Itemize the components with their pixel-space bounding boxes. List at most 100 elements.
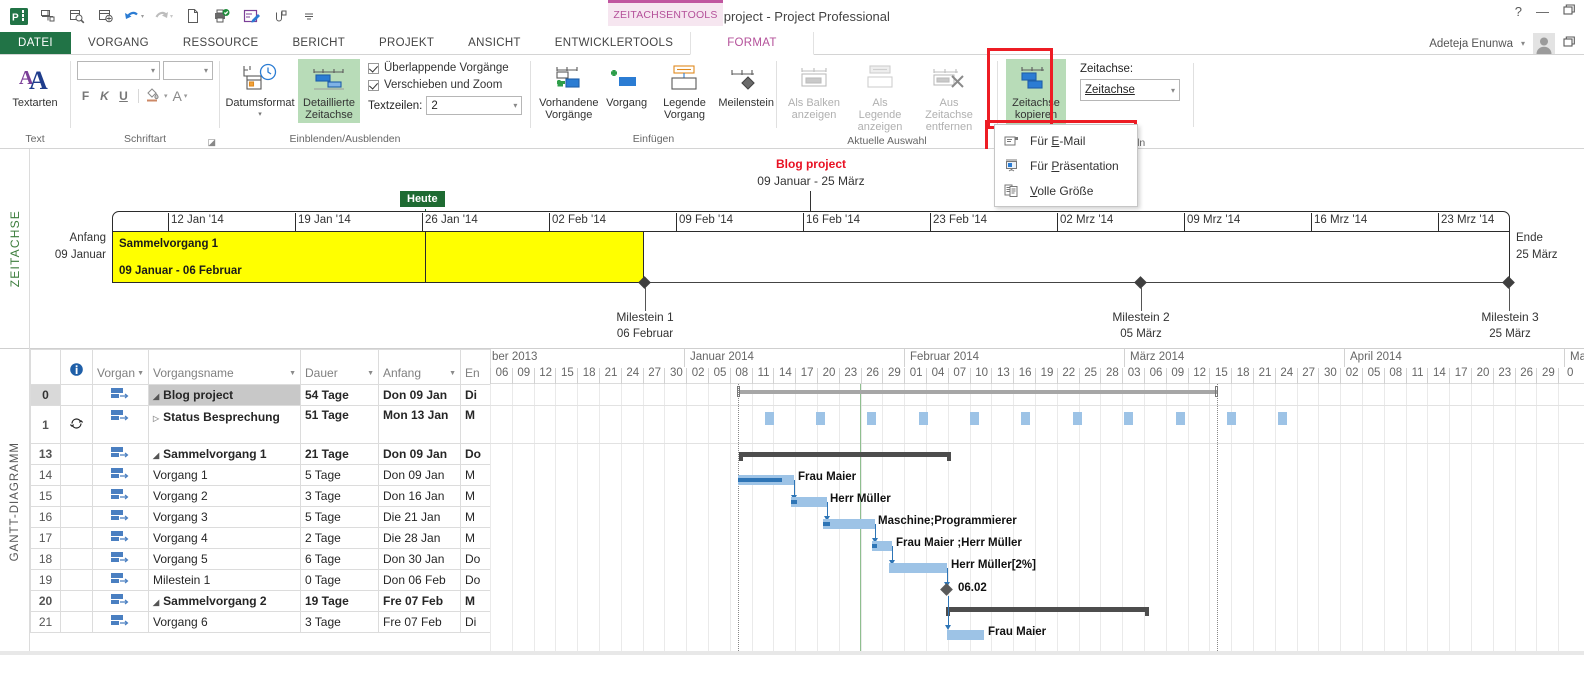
row-mode-icon[interactable]	[92, 464, 149, 486]
col-header-info[interactable]	[60, 349, 93, 385]
row-anfang[interactable]: Die 28 Jan	[378, 527, 461, 549]
row-name[interactable]: Vorgang 4	[148, 527, 301, 549]
redo-icon[interactable]	[151, 4, 177, 28]
row-name[interactable]: Milestein 1	[148, 569, 301, 591]
row-name[interactable]: Vorgang 1	[148, 464, 301, 486]
copy-timeline-dropdown-menu[interactable]: Für E-Mail Für Präsentation Volle Größe	[994, 124, 1138, 207]
row-name[interactable]: ◢ Blog project	[148, 384, 301, 406]
menu-item-fuer-praesentation[interactable]: Für Präsentation	[995, 153, 1137, 178]
tab-datei[interactable]: DATEI	[0, 32, 72, 54]
new-document-icon[interactable]	[180, 4, 206, 28]
row-id[interactable]: 20	[30, 590, 61, 612]
chevron-down-icon[interactable]: ▾	[184, 92, 188, 100]
row-ende[interactable]: Do	[460, 548, 491, 570]
table-row[interactable]: 21 Vorgang 6 3 Tage Fre 07 Feb Di	[30, 611, 491, 633]
zeitachse-select[interactable]: Zeitachse ▾	[1080, 79, 1180, 101]
restore-window-icon[interactable]	[1563, 36, 1576, 51]
tab-ressource[interactable]: RESSOURCE	[166, 32, 276, 54]
als-legende-anzeigen-button[interactable]: Als Legende anzeigen	[847, 59, 913, 135]
chevron-down-icon[interactable]: ▾	[204, 66, 208, 75]
window-controls[interactable]: ? —	[1515, 4, 1576, 19]
detaillierte-zeitachse-button[interactable]: Detaillierte Zeitachse	[298, 59, 360, 123]
row-anfang[interactable]: Don 09 Jan	[378, 384, 461, 406]
row-mode-icon[interactable]	[92, 384, 149, 406]
gantt-pane[interactable]: GANTT-DIAGRAMM Vorgan ▼ Vorgangsname ▼ Dau…	[0, 349, 1584, 655]
undo-icon[interactable]	[122, 4, 148, 28]
table-row[interactable]: 19 Milestein 1 0 Tage Don 06 Feb Do	[30, 569, 491, 591]
table-row[interactable]: 0 ◢ Blog project 54 Tage Don 09 Jan Di	[30, 384, 491, 406]
account-name[interactable]: Adeteja Enunwa	[1429, 38, 1513, 50]
restore-icon[interactable]	[1563, 4, 1576, 19]
row-dauer[interactable]: 5 Tage	[300, 464, 379, 486]
row-anfang[interactable]: Don 09 Jan	[378, 464, 461, 486]
help-icon[interactable]: ?	[1515, 4, 1522, 19]
row-ende[interactable]: M	[460, 527, 491, 549]
row-ende[interactable]: M	[460, 506, 491, 528]
row-name[interactable]: ◢ Sammelvorgang 1	[148, 443, 301, 465]
vorgang-button[interactable]: Vorgang	[601, 59, 653, 111]
table-row[interactable]: 13 ◢ Sammelvorgang 1 21 Tage Don 09 Jan D…	[30, 443, 491, 465]
chevron-down-icon[interactable]: ▾	[1171, 86, 1175, 95]
datumsformat-button[interactable]: Datumsformat ▾	[224, 59, 296, 123]
row-dauer[interactable]: 54 Tage	[300, 384, 379, 406]
menu-item-volle-groesse[interactable]: Volle Größe	[995, 178, 1137, 203]
row-ende[interactable]: Do	[460, 443, 491, 465]
row-anfang[interactable]: Don 09 Jan	[378, 443, 461, 465]
row-mode-icon[interactable]	[92, 506, 149, 528]
row-id[interactable]: 14	[30, 464, 61, 486]
row-anfang[interactable]: Don 30 Jan	[378, 548, 461, 570]
font-color-icon[interactable]: A	[173, 88, 182, 104]
meilenstein-button[interactable]: Meilenstein	[716, 59, 776, 111]
col-header-dauer[interactable]: Dauer ▼	[300, 349, 379, 385]
col-header-anfang[interactable]: Anfang ▼	[378, 349, 461, 385]
legende-vorgang-button[interactable]: Legende Vorgang	[653, 59, 717, 123]
tab-ansicht[interactable]: ANSICHT	[451, 32, 538, 54]
show-hide-options[interactable]: Überlappende Vorgänge Verschieben und Zo…	[368, 59, 523, 115]
table-row[interactable]: 16 Vorgang 3 5 Tage Die 21 Jan M	[30, 506, 491, 528]
col-header-name[interactable]: Vorgangsname ▼	[148, 349, 301, 385]
row-ende[interactable]: M	[460, 590, 491, 612]
row-mode-icon[interactable]	[92, 527, 149, 549]
row-name[interactable]: Vorgang 3	[148, 506, 301, 528]
als-balken-anzeigen-button[interactable]: Als Balken anzeigen	[781, 59, 847, 123]
italic-button[interactable]: K	[96, 89, 113, 103]
tab-bericht[interactable]: BERICHT	[275, 32, 362, 54]
attach-icon[interactable]	[267, 4, 293, 28]
account-area[interactable]: Adeteja Enunwa ▾	[1429, 32, 1576, 55]
row-ende[interactable]: M	[460, 485, 491, 507]
row-dauer[interactable]: 51 Tage	[300, 405, 379, 444]
row-mode-icon[interactable]	[92, 611, 149, 633]
row-id[interactable]: 19	[30, 569, 61, 591]
row-id[interactable]: 17	[30, 527, 61, 549]
save-icon[interactable]	[35, 4, 61, 28]
row-name[interactable]: Vorgang 6	[148, 611, 301, 633]
row-anfang[interactable]: Die 21 Jan	[378, 506, 461, 528]
print-preview-icon[interactable]	[64, 4, 90, 28]
table-body[interactable]: 0 ◢ Blog project 54 Tage Don 09 Jan Di 1 …	[30, 384, 491, 633]
timeline-pane[interactable]: ZEITACHSE Blog project 09 Januar - 25 Mä…	[0, 149, 1584, 349]
chevron-down-icon[interactable]: ▾	[513, 101, 517, 110]
row-anfang[interactable]: Don 06 Feb	[378, 569, 461, 591]
gantt-task-table[interactable]: Vorgan ▼ Vorgangsname ▼ Dauer ▼ Anfang ▼ En …	[30, 349, 491, 633]
row-dauer[interactable]: 2 Tage	[300, 527, 379, 549]
tab-entwicklertools[interactable]: ENTWICKLERTOOLS	[538, 32, 690, 54]
minimize-icon[interactable]: —	[1536, 4, 1549, 19]
table-row[interactable]: 1 ▷ Status Besprechung 51 Tage Mon 13 Jan…	[30, 405, 491, 444]
bold-button[interactable]: F	[77, 89, 94, 103]
aus-zeitachse-entfernen-button[interactable]: Aus Zeitachse entfernen	[913, 59, 985, 135]
timeline-selector[interactable]: Zeitachse: Zeitachse ▾	[1080, 59, 1180, 101]
row-id[interactable]: 15	[30, 485, 61, 507]
row-dauer[interactable]: 3 Tage	[300, 611, 379, 633]
textzeilen-spinner[interactable]: 2 ▾	[426, 96, 523, 115]
row-dauer[interactable]: 3 Tage	[300, 485, 379, 507]
col-header-mode[interactable]: Vorgan ▼	[92, 349, 149, 385]
chevron-down-icon[interactable]: ▾	[164, 92, 168, 100]
row-name[interactable]: Vorgang 5	[148, 548, 301, 570]
textarten-button[interactable]: AA Textarten	[6, 59, 63, 111]
row-id[interactable]: 21	[30, 611, 61, 633]
row-id[interactable]: 0	[30, 384, 61, 406]
edit-icon[interactable]	[238, 4, 264, 28]
ribbon-tab-strip[interactable]: DATEI VORGANG RESSOURCE BERICHT PROJEKT …	[0, 32, 1584, 55]
row-id[interactable]: 1	[30, 405, 61, 444]
row-ende[interactable]: Di	[460, 384, 491, 406]
